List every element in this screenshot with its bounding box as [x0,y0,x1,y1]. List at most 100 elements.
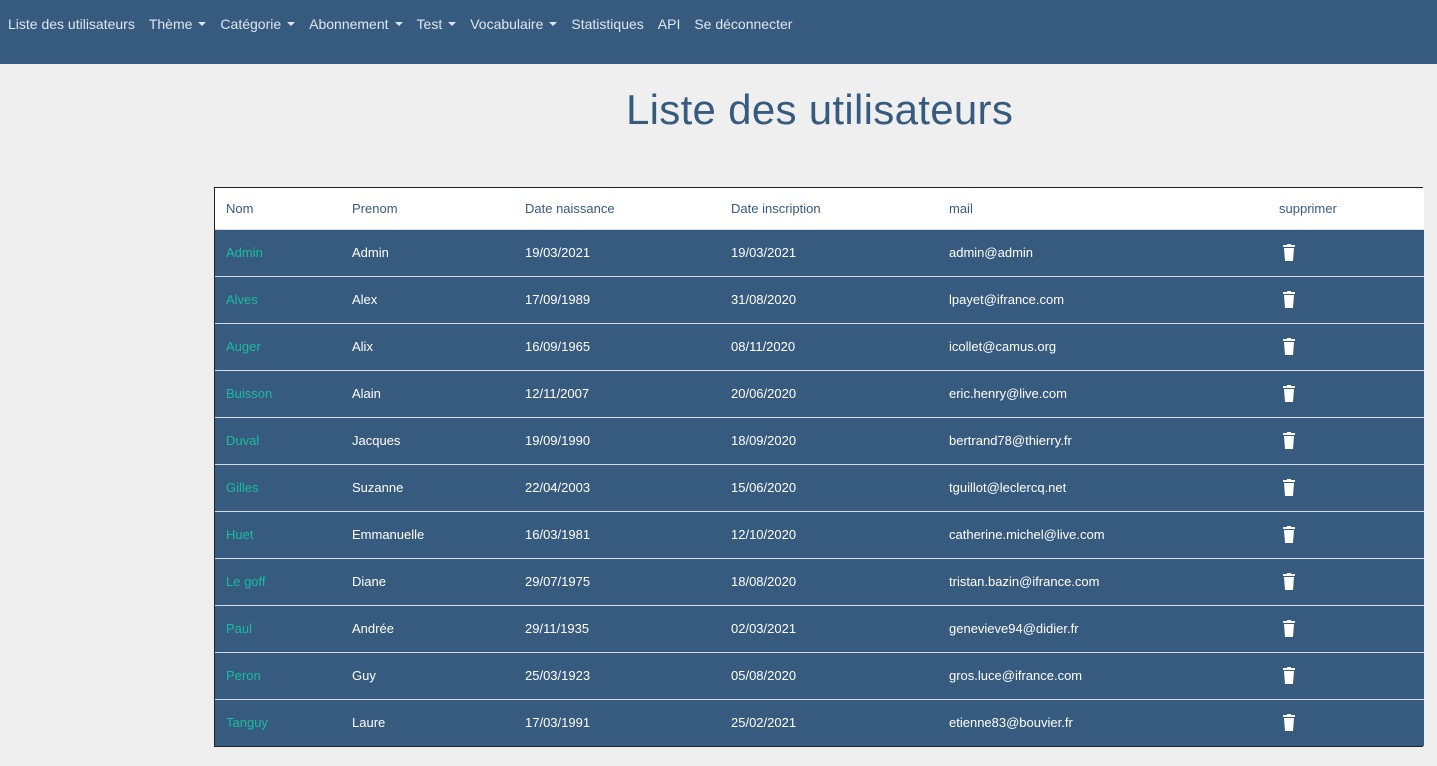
nav-item-1[interactable]: Thème [149,16,207,32]
top-navbar: Liste des utilisateurs Thème Catégorie Abon… [0,0,1437,64]
cell-nom[interactable]: Admin [215,229,341,276]
cell-prenom: Emmanuelle [352,527,425,542]
cell-naissance: 12/11/2007 [525,386,590,401]
nav-item-8[interactable]: Se déconnecter [694,16,792,32]
cell-supprimer [1268,652,1424,699]
header-nom: Nom [226,200,254,216]
table-row: Tanguy Laure 17/03/1991 25/02/2021 etienne83… [215,699,1424,746]
caret-down-icon [287,22,296,26]
cell-naissance: 17/09/1989 [525,292,591,307]
cell-nom[interactable]: Huet [215,511,341,558]
header-mail: mail [949,200,973,216]
cell-prenom: Guy [352,668,376,683]
nav-item-label: Test [416,16,443,32]
cell-supprimer [1268,558,1424,605]
cell-naissance: 17/03/1991 [525,715,591,731]
nav-item-label: API [657,16,681,32]
cell-inscription: 05/08/2020 [731,668,797,683]
table-row: Paul Andrée 29/11/1935 02/03/2021 genevieve9… [215,605,1424,652]
table-row: Auger Alix 16/09/1965 08/11/2020 icollet@cam… [215,323,1424,370]
table-row: Le goff Diane 29/07/1975 18/08/2020 tristan.… [215,558,1424,605]
cell-naissance: 29/11/1935 [525,621,590,636]
cell-prenom: Andrée [352,621,394,636]
nav-item-2[interactable]: Catégorie [220,16,296,32]
nav-item-4[interactable]: Test [417,16,457,32]
trash-icon[interactable] [1282,432,1296,450]
nav-item-0[interactable]: Liste des utilisateurs [8,16,135,32]
nav-item-label: Thème [148,16,193,32]
header-supprimer: supprimer [1279,200,1337,216]
page-title: Liste des utilisateurs [626,86,1014,133]
cell-prenom: Alain [352,386,381,401]
cell-supprimer [1268,417,1424,464]
header-date-inscription: Date inscription [731,200,821,216]
cell-supprimer [1268,699,1424,746]
cell-naissance: 16/03/1981 [525,527,591,542]
trash-icon[interactable] [1282,714,1296,732]
cell-inscription: 19/03/2021 [731,245,797,260]
trash-icon[interactable] [1282,244,1296,262]
table-row: Gilles Suzanne 22/04/2003 15/06/2020 tguillo… [215,464,1424,511]
trash-icon[interactable] [1282,338,1296,356]
cell-supprimer [1268,276,1424,323]
cell-mail: etienne83@bouvier.fr [949,715,1073,731]
cell-nom[interactable]: Paul [215,605,341,652]
cell-nom[interactable]: Auger [215,323,341,370]
table-row: Peron Guy 25/03/1923 05/08/2020 gros.luce@if… [215,652,1424,699]
trash-icon[interactable] [1282,526,1296,544]
cell-naissance: 19/03/2021 [525,245,591,260]
cell-supprimer [1268,605,1424,652]
cell-inscription: 31/08/2020 [731,292,797,307]
cell-inscription: 25/02/2021 [731,715,797,731]
cell-nom[interactable]: Tanguy [215,699,341,746]
nav-item-7[interactable]: API [658,16,681,32]
cell-inscription: 15/06/2020 [731,480,797,495]
nav-item-3[interactable]: Abonnement [309,16,403,32]
cell-inscription: 20/06/2020 [731,386,797,401]
nav-item-label: Catégorie [220,16,282,32]
table-header-row: Nom Prenom Date naissance Date inscripti… [215,188,1424,229]
cell-prenom: Alex [352,292,378,307]
cell-mail: genevieve94@didier.fr [949,621,1079,636]
cell-mail: tristan.bazin@ifrance.com [949,574,1100,589]
cell-nom[interactable]: Gilles [215,464,341,511]
cell-mail: tguillot@leclercq.net [949,480,1067,495]
cell-mail: bertrand78@thierry.fr [949,433,1072,448]
trash-icon[interactable] [1282,385,1296,403]
caret-down-icon [549,22,558,26]
trash-icon[interactable] [1282,620,1296,638]
cell-nom[interactable]: Le goff [215,558,341,605]
table-row: Buisson Alain 12/11/2007 20/06/2020 eric.hen… [215,370,1424,417]
cell-naissance: 25/03/1923 [525,668,591,683]
nav-item-label: Abonnement [309,16,389,32]
table-row: Duval Jacques 19/09/1990 18/09/2020 bertrand… [215,417,1424,464]
cell-nom[interactable]: Peron [215,652,341,699]
cell-mail: lpayet@ifrance.com [949,292,1065,307]
cell-nom[interactable]: Buisson [215,370,341,417]
header-date-naissance: Date naissance [525,200,615,216]
cell-inscription: 12/10/2020 [731,527,797,542]
cell-mail: catherine.michel@live.com [949,527,1105,542]
cell-prenom: Suzanne [352,480,404,495]
trash-icon[interactable] [1282,291,1296,309]
cell-prenom: Diane [352,574,386,589]
cell-supprimer [1268,370,1424,417]
nav-item-5[interactable]: Vocabulaire [470,16,558,32]
table-body: Admin Admin 19/03/2021 19/03/2021 admin@admi… [215,229,1424,746]
table-row: Admin Admin 19/03/2021 19/03/2021 admin@admi… [215,229,1424,276]
cell-nom[interactable]: Duval [215,417,341,464]
cell-nom[interactable]: Alves [215,276,341,323]
trash-icon[interactable] [1282,667,1296,685]
cell-prenom: Jacques [352,433,401,448]
cell-naissance: 16/09/1965 [525,339,591,354]
nav-item-label: Vocabulaire [470,16,544,32]
users-table-container: Nom Prenom Date naissance Date inscripti… [214,187,1424,747]
cell-mail: icollet@camus.org [949,339,1057,354]
cell-prenom: Laure [352,715,386,731]
nav-item-6[interactable]: Statistiques [571,16,643,32]
trash-icon[interactable] [1282,479,1296,497]
trash-icon[interactable] [1282,573,1296,591]
nav-item-label: Liste des utilisateurs [8,16,135,32]
cell-inscription: 18/09/2020 [731,433,797,448]
cell-supprimer [1268,229,1424,276]
